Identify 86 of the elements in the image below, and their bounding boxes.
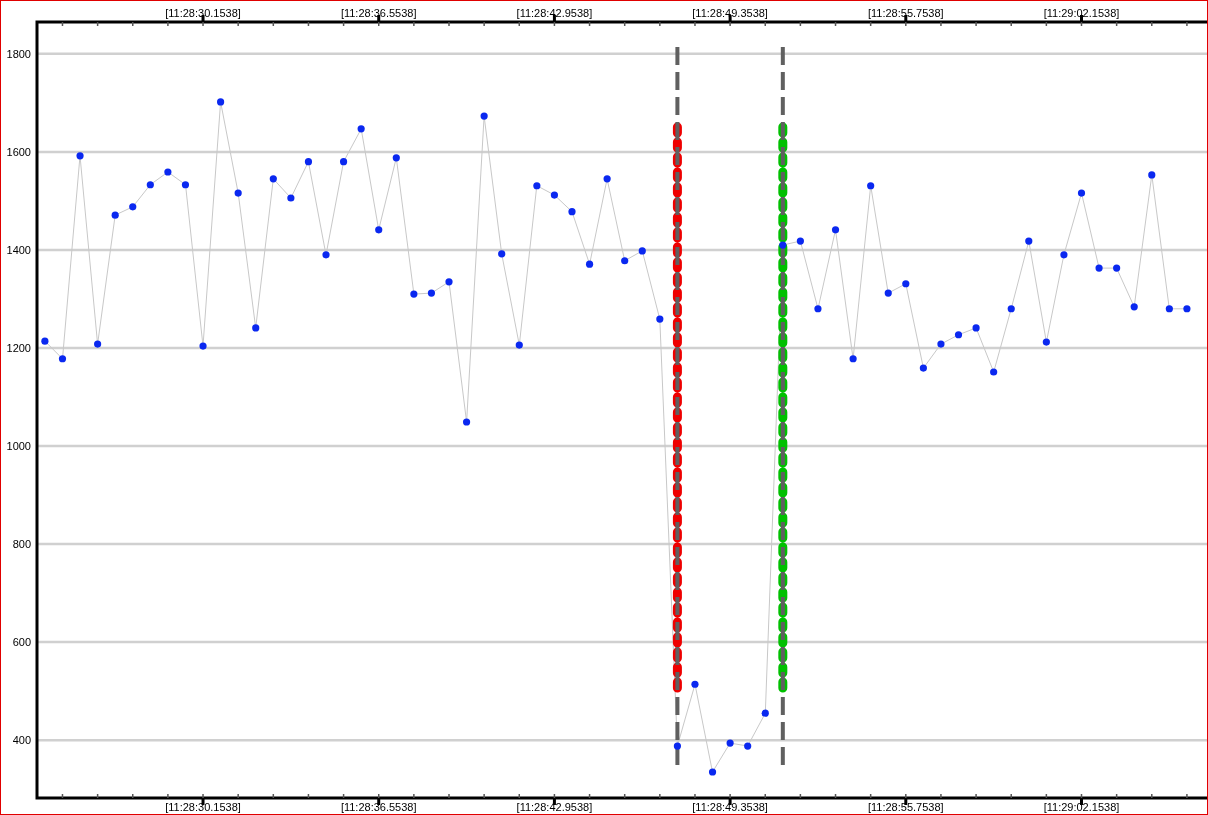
data-point [340, 158, 348, 166]
data-point [375, 226, 383, 234]
x-tick-label: [11:28:42.9538] [516, 7, 593, 19]
data-point [217, 98, 225, 106]
data-point [585, 260, 594, 268]
data-point [234, 189, 242, 197]
data-point [129, 203, 137, 211]
data-point [831, 226, 840, 234]
y-tick-label: 1000 [6, 440, 31, 453]
data-point [533, 182, 541, 190]
x-tick-label: [11:28:36.5538] [340, 7, 417, 19]
data-point [392, 154, 400, 162]
data-point [76, 152, 84, 160]
data-point [269, 175, 277, 183]
data-point [515, 341, 523, 349]
data-point [146, 181, 154, 189]
data-point [1130, 303, 1138, 311]
data-point [1113, 264, 1121, 272]
x-tick-label: [11:29:02.1538] [1043, 7, 1120, 19]
y-tick-label: 400 [12, 734, 31, 747]
x-tick-label: [11:28:42.9538] [516, 801, 593, 813]
data-point [744, 742, 752, 750]
data-point [199, 342, 207, 350]
data-point [937, 340, 945, 348]
data-point [550, 191, 558, 199]
x-tick-label: [11:28:49.3538] [692, 7, 768, 19]
data-point [1077, 189, 1086, 197]
data-point [445, 278, 453, 286]
data-point [1095, 264, 1103, 272]
data-point [1060, 251, 1068, 259]
data-point [1148, 171, 1156, 179]
data-point [796, 237, 804, 245]
data-point [252, 324, 260, 332]
y-tick-label: 1200 [6, 342, 31, 354]
data-point [972, 324, 980, 332]
data-point [656, 315, 664, 323]
data-point [884, 289, 892, 297]
data-point [94, 340, 102, 348]
x-tick-label: [11:28:30.1538] [165, 801, 241, 813]
data-point [111, 211, 119, 219]
data-point [322, 251, 330, 259]
data-point [814, 305, 822, 313]
x-tick-label: [11:28:55.7538] [868, 7, 944, 19]
x-tick-label: [11:28:55.7538] [868, 801, 944, 813]
data-point [58, 355, 67, 363]
data-point [1007, 305, 1015, 313]
y-tick-label: 1600 [6, 145, 31, 158]
data-point [621, 257, 629, 265]
data-point [761, 709, 769, 717]
data-point [1183, 305, 1191, 313]
data-point [480, 112, 488, 120]
data-point [568, 208, 576, 216]
data-point [990, 368, 998, 376]
data-point [304, 158, 313, 166]
data-point [638, 247, 646, 255]
data-point [41, 337, 49, 345]
data-point [708, 768, 717, 776]
data-point [427, 289, 436, 297]
data-point [164, 168, 172, 176]
data-point [1042, 338, 1050, 346]
data-point [779, 241, 787, 249]
x-tick-label: [11:28:30.1538] [165, 7, 241, 19]
data-point [691, 680, 699, 688]
data-point [357, 125, 365, 133]
x-tick-label: [11:29:02.1538] [1043, 801, 1120, 813]
y-tick-label: 1800 [6, 47, 31, 60]
data-point [919, 364, 927, 372]
data-point [673, 742, 681, 750]
data-point [181, 181, 190, 189]
data-point [902, 280, 910, 288]
data-point [287, 194, 295, 202]
data-point [410, 290, 418, 298]
data-point [462, 418, 471, 426]
data-point [1025, 237, 1033, 245]
y-tick-label: 600 [12, 636, 31, 649]
data-point [498, 250, 506, 258]
data-point [726, 739, 734, 747]
data-point [1165, 305, 1173, 313]
data-point [603, 175, 611, 183]
data-point [954, 331, 963, 339]
y-tick-label: 800 [12, 538, 31, 551]
x-tick-label: [11:28:49.3538] [692, 801, 768, 813]
data-point [867, 182, 875, 190]
x-tick-label: [11:28:36.5538] [340, 801, 417, 813]
data-point [849, 355, 857, 363]
y-tick-label: 1400 [6, 243, 31, 256]
